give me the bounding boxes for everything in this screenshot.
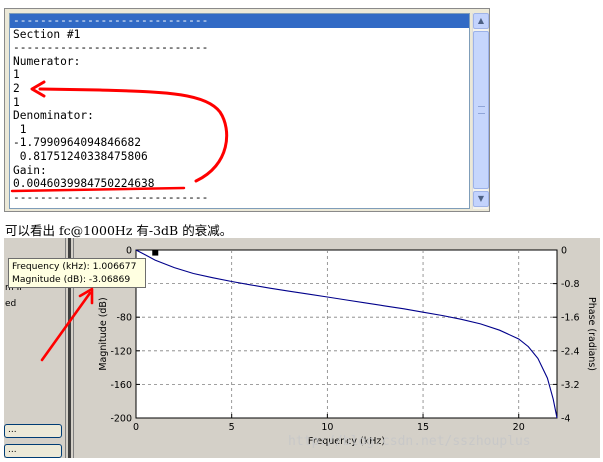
coefficient-line[interactable]: 0.0046039984750224638: [10, 177, 469, 191]
y-tick-label: -120: [110, 346, 132, 357]
coefficient-line[interactable]: 1: [10, 96, 469, 110]
coefficient-line[interactable]: Section #1: [10, 28, 469, 42]
coefficient-line[interactable]: Gain:: [10, 164, 469, 178]
coefficient-line[interactable]: 0.81751240338475806: [10, 150, 469, 164]
x-tick-label: 15: [417, 422, 429, 433]
y2-tick-label: -0.8: [561, 279, 580, 290]
left-pane-label-2: ed: [5, 299, 17, 309]
datatip-marker[interactable]: [152, 249, 159, 256]
datatip: Frequency (kHz): 1.006677 Magnitude (dB)…: [8, 258, 146, 288]
y-tick-label: -160: [110, 380, 132, 391]
y2-axis-label: Phase (radians): [586, 297, 597, 371]
coefficient-line[interactable]: 1: [10, 123, 469, 137]
left-pane-button-1[interactable]: ...: [4, 424, 62, 438]
coefficients-window: ----------------------------- Section #1-…: [4, 8, 490, 212]
x-tick-label: 20: [513, 422, 525, 433]
y2-tick-label: -4: [561, 414, 570, 425]
y2-tick-label: -1.6: [561, 313, 580, 324]
coefficient-line[interactable]: Denominator:: [10, 109, 469, 123]
watermark-text: http://blog.csdn.net/sszhouplus: [288, 434, 531, 449]
grip-icon: [478, 106, 485, 114]
scroll-up-icon[interactable]: ▲: [473, 13, 489, 29]
caption-text: 可以看出 fc@1000Hz 有-3dB 的衰减。: [5, 223, 233, 238]
y2-tick-label: -2.4: [561, 346, 580, 357]
coefficient-line[interactable]: -1.7990964094846682: [10, 136, 469, 150]
vertical-scrollbar[interactable]: ▲ ▼: [472, 13, 489, 209]
coefficients-listbox[interactable]: ----------------------------- Section #1-…: [9, 13, 470, 209]
coefficient-line[interactable]: Numerator:: [10, 55, 469, 69]
y-tick-label: -80: [116, 313, 132, 324]
left-pane-button-2[interactable]: ...: [4, 444, 62, 458]
y2-tick-label: 0: [561, 246, 567, 257]
magnitude-phase-plot[interactable]: 051015200-40-80-120-160-2000-0.8-1.6-2.4…: [74, 238, 600, 458]
coefficient-line[interactable]: 2: [10, 82, 469, 96]
x-tick-label: 5: [229, 422, 235, 433]
y2-tick-label: -3.2: [561, 380, 580, 391]
scroll-down-icon[interactable]: ▼: [473, 191, 489, 207]
datatip-magnitude: Magnitude (dB): -3.06869: [12, 274, 131, 285]
coefficient-line[interactable]: -----------------------------: [10, 191, 469, 205]
scrollbar-thumb[interactable]: [473, 31, 489, 189]
y-axis-label: Magnitude (dB): [98, 297, 109, 370]
x-tick-label: 0: [133, 422, 139, 433]
coefficient-line[interactable]: 1: [10, 68, 469, 82]
y-tick-label: 0: [126, 246, 132, 257]
coefficient-line[interactable]: -----------------------------: [10, 41, 469, 55]
x-tick-label: 10: [321, 422, 333, 433]
y-tick-label: -200: [110, 414, 132, 425]
coefficient-line[interactable]: -----------------------------: [10, 14, 469, 28]
datatip-frequency: Frequency (kHz): 1.006677: [12, 261, 137, 272]
